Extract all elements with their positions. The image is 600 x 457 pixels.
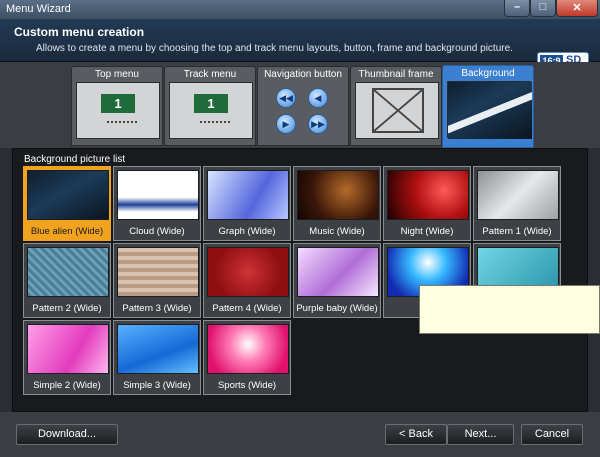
background-thumbnail	[117, 324, 199, 374]
background-item[interactable]: Music (Wide)	[293, 166, 381, 241]
background-item-label: Music (Wide)	[309, 226, 365, 237]
background-preview	[447, 81, 532, 139]
minimize-icon: –	[513, 1, 521, 13]
close-button[interactable]: ✕	[556, 0, 598, 17]
previous-icon: ◀	[308, 88, 328, 108]
background-thumbnail	[207, 247, 289, 297]
background-item[interactable]: Simple 3 (Wide)	[113, 320, 201, 395]
tab-label: Navigation button	[264, 69, 342, 80]
top-menu-preview: 1	[76, 82, 160, 139]
cancel-button[interactable]: Cancel	[521, 424, 583, 445]
tab-label: Top menu	[95, 69, 139, 80]
background-thumbnail	[27, 324, 109, 374]
background-thumbnail	[477, 170, 559, 220]
wizard-header: Custom menu creation Allows to create a …	[0, 19, 600, 70]
tooltip	[419, 285, 600, 334]
background-item-label: Pattern 2 (Wide)	[32, 303, 102, 314]
background-item[interactable]: Graph (Wide)	[203, 166, 291, 241]
tab-track-menu[interactable]: Track menu 1	[164, 66, 256, 146]
background-preview-image	[448, 82, 532, 139]
background-item[interactable]: Blue alien (Wide)	[23, 166, 111, 241]
maximize-icon: □	[539, 1, 547, 13]
panel-label: Background picture list	[24, 154, 126, 165]
thumbnail-frame-preview	[355, 82, 439, 139]
background-item-label: Pattern 3 (Wide)	[122, 303, 192, 314]
navigation-preview: ◀◀ ◀ ▶ ▶▶	[262, 82, 346, 139]
preview-dots	[200, 121, 230, 125]
background-item-label: Blue alien (Wide)	[30, 226, 104, 237]
maximize-button[interactable]: □	[530, 0, 556, 17]
title-bar: Menu Wizard – □ ✕	[0, 0, 600, 19]
page-description: Allows to create a menu by choosing the …	[36, 43, 513, 54]
background-item-label: Night (Wide)	[400, 226, 454, 237]
background-item-label: Graph (Wide)	[218, 226, 276, 237]
back-button[interactable]: < Back	[385, 424, 447, 445]
background-item-label: Pattern 4 (Wide)	[212, 303, 282, 314]
background-thumbnail	[207, 170, 289, 220]
background-item[interactable]: Pattern 1 (Wide)	[473, 166, 561, 241]
tab-thumbnail-frame[interactable]: Thumbnail frame	[350, 66, 442, 146]
background-item[interactable]: Simple 2 (Wide)	[23, 320, 111, 395]
fast-forward-icon: ▶▶	[308, 114, 328, 134]
background-thumbnail	[297, 170, 379, 220]
background-item[interactable]: Pattern 4 (Wide)	[203, 243, 291, 318]
background-item-label: Sports (Wide)	[217, 380, 277, 391]
background-thumbnail	[297, 247, 379, 297]
background-item[interactable]: Cloud (Wide)	[113, 166, 201, 241]
background-item[interactable]: Purple baby (Wide)	[293, 243, 381, 318]
background-thumbnail	[117, 170, 199, 220]
background-thumbnail	[27, 247, 109, 297]
background-thumbnail	[387, 170, 469, 220]
preview-number: 1	[194, 94, 228, 113]
close-icon: ✕	[572, 2, 582, 14]
preview-dots	[107, 121, 137, 125]
page-title: Custom menu creation	[14, 25, 145, 39]
play-icon: ▶	[276, 114, 296, 134]
background-item[interactable]: Pattern 2 (Wide)	[23, 243, 111, 318]
tab-label: Thumbnail frame	[358, 69, 434, 80]
minimize-button[interactable]: –	[504, 0, 530, 17]
background-item[interactable]: Sports (Wide)	[203, 320, 291, 395]
tab-navigation-button[interactable]: Navigation button ◀◀ ◀ ▶ ▶▶	[257, 66, 349, 146]
window-title: Menu Wizard	[6, 3, 71, 15]
background-item-label: Purple baby (Wide)	[296, 303, 378, 314]
tab-label: Background	[461, 68, 515, 79]
rewind-icon: ◀◀	[276, 88, 296, 108]
background-item-label: Cloud (Wide)	[129, 226, 185, 237]
tab-label: Track menu	[183, 69, 237, 80]
tab-top-menu[interactable]: Top menu 1	[71, 66, 163, 146]
background-item[interactable]: Night (Wide)	[383, 166, 471, 241]
background-thumbnail	[117, 247, 199, 297]
tab-background[interactable]: Background	[442, 65, 534, 148]
frame-icon	[372, 88, 424, 133]
background-thumbnail	[207, 324, 289, 374]
background-thumbnail	[27, 170, 109, 220]
background-item-label: Pattern 1 (Wide)	[482, 226, 552, 237]
background-item[interactable]: Pattern 3 (Wide)	[113, 243, 201, 318]
background-item-label: Simple 3 (Wide)	[123, 380, 191, 391]
next-button[interactable]: Next...	[447, 424, 514, 445]
background-item-label: Simple 2 (Wide)	[33, 380, 101, 391]
track-menu-preview: 1	[169, 82, 253, 139]
preview-number: 1	[101, 94, 135, 113]
download-button[interactable]: Download...	[16, 424, 118, 445]
